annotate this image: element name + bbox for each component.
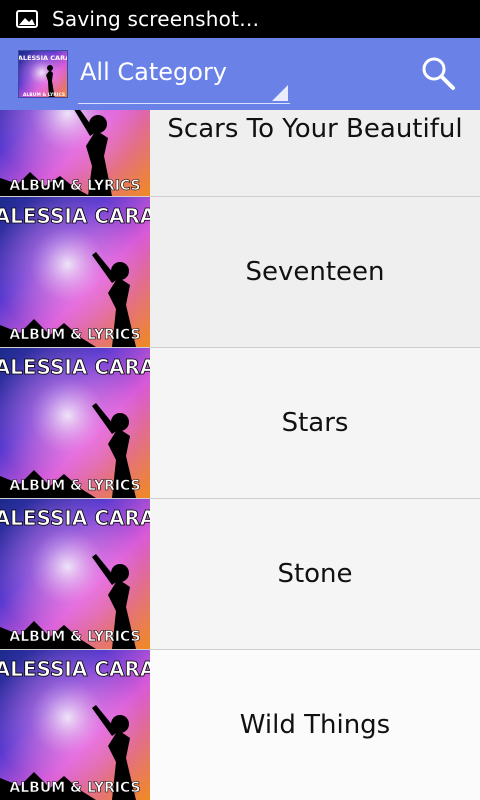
logo-title: ALESSIA CARA	[19, 54, 68, 62]
search-button[interactable]	[414, 52, 462, 98]
song-title: Stone	[277, 559, 353, 589]
album-art: ALESSIA CARA ALBUM & LYRICS	[0, 650, 150, 800]
app-logo[interactable]: ALESSIA CARA ALBUM & LYRICS	[18, 50, 68, 98]
album-art: ALESSIA CARA ALBUM & LYRICS	[0, 197, 150, 347]
song-title: Wild Things	[239, 710, 391, 740]
album-art-title: ALESSIA CARA	[0, 204, 150, 228]
spinner-arrow-icon	[272, 85, 288, 101]
status-bar: Saving screenshot…	[0, 0, 480, 38]
list-item[interactable]: ALESSIA CARA ALBUM & LYRICS Seventeen	[0, 197, 480, 348]
song-title: Seventeen	[245, 257, 385, 287]
song-list: ALBUM & LYRICS Scars To Your Beautiful A…	[0, 110, 480, 800]
album-art: ALESSIA CARA ALBUM & LYRICS	[0, 499, 150, 649]
list-item[interactable]: ALESSIA CARA ALBUM & LYRICS Stars	[0, 348, 480, 499]
album-art-title: ALESSIA CARA	[0, 657, 150, 681]
image-icon	[16, 10, 38, 28]
album-art: ALBUM & LYRICS	[0, 110, 150, 196]
album-art-title: ALESSIA CARA	[0, 355, 150, 379]
list-item[interactable]: ALESSIA CARA ALBUM & LYRICS Stone	[0, 499, 480, 650]
status-text: Saving screenshot…	[52, 7, 260, 31]
album-art-title: ALESSIA CARA	[0, 506, 150, 530]
song-title: Stars	[281, 408, 349, 438]
album-art-caption: ALBUM & LYRICS	[9, 629, 140, 645]
search-icon	[420, 55, 456, 95]
action-bar: ALESSIA CARA ALBUM & LYRICS All Category	[0, 38, 480, 110]
album-art-caption: ALBUM & LYRICS	[9, 478, 140, 494]
list-item[interactable]: ALESSIA CARA ALBUM & LYRICS Wild Things	[0, 650, 480, 800]
category-spinner-label: All Category	[80, 58, 228, 86]
album-art: ALESSIA CARA ALBUM & LYRICS	[0, 348, 150, 498]
song-title: Scars To Your Beautiful	[167, 114, 463, 144]
album-art-caption: ALBUM & LYRICS	[9, 780, 140, 796]
logo-subtitle: ALBUM & LYRICS	[23, 92, 65, 98]
list-item[interactable]: ALBUM & LYRICS Scars To Your Beautiful	[0, 110, 480, 197]
album-art-caption: ALBUM & LYRICS	[9, 327, 140, 343]
album-art-caption: ALBUM & LYRICS	[9, 178, 140, 194]
category-spinner[interactable]: All Category	[78, 46, 290, 104]
